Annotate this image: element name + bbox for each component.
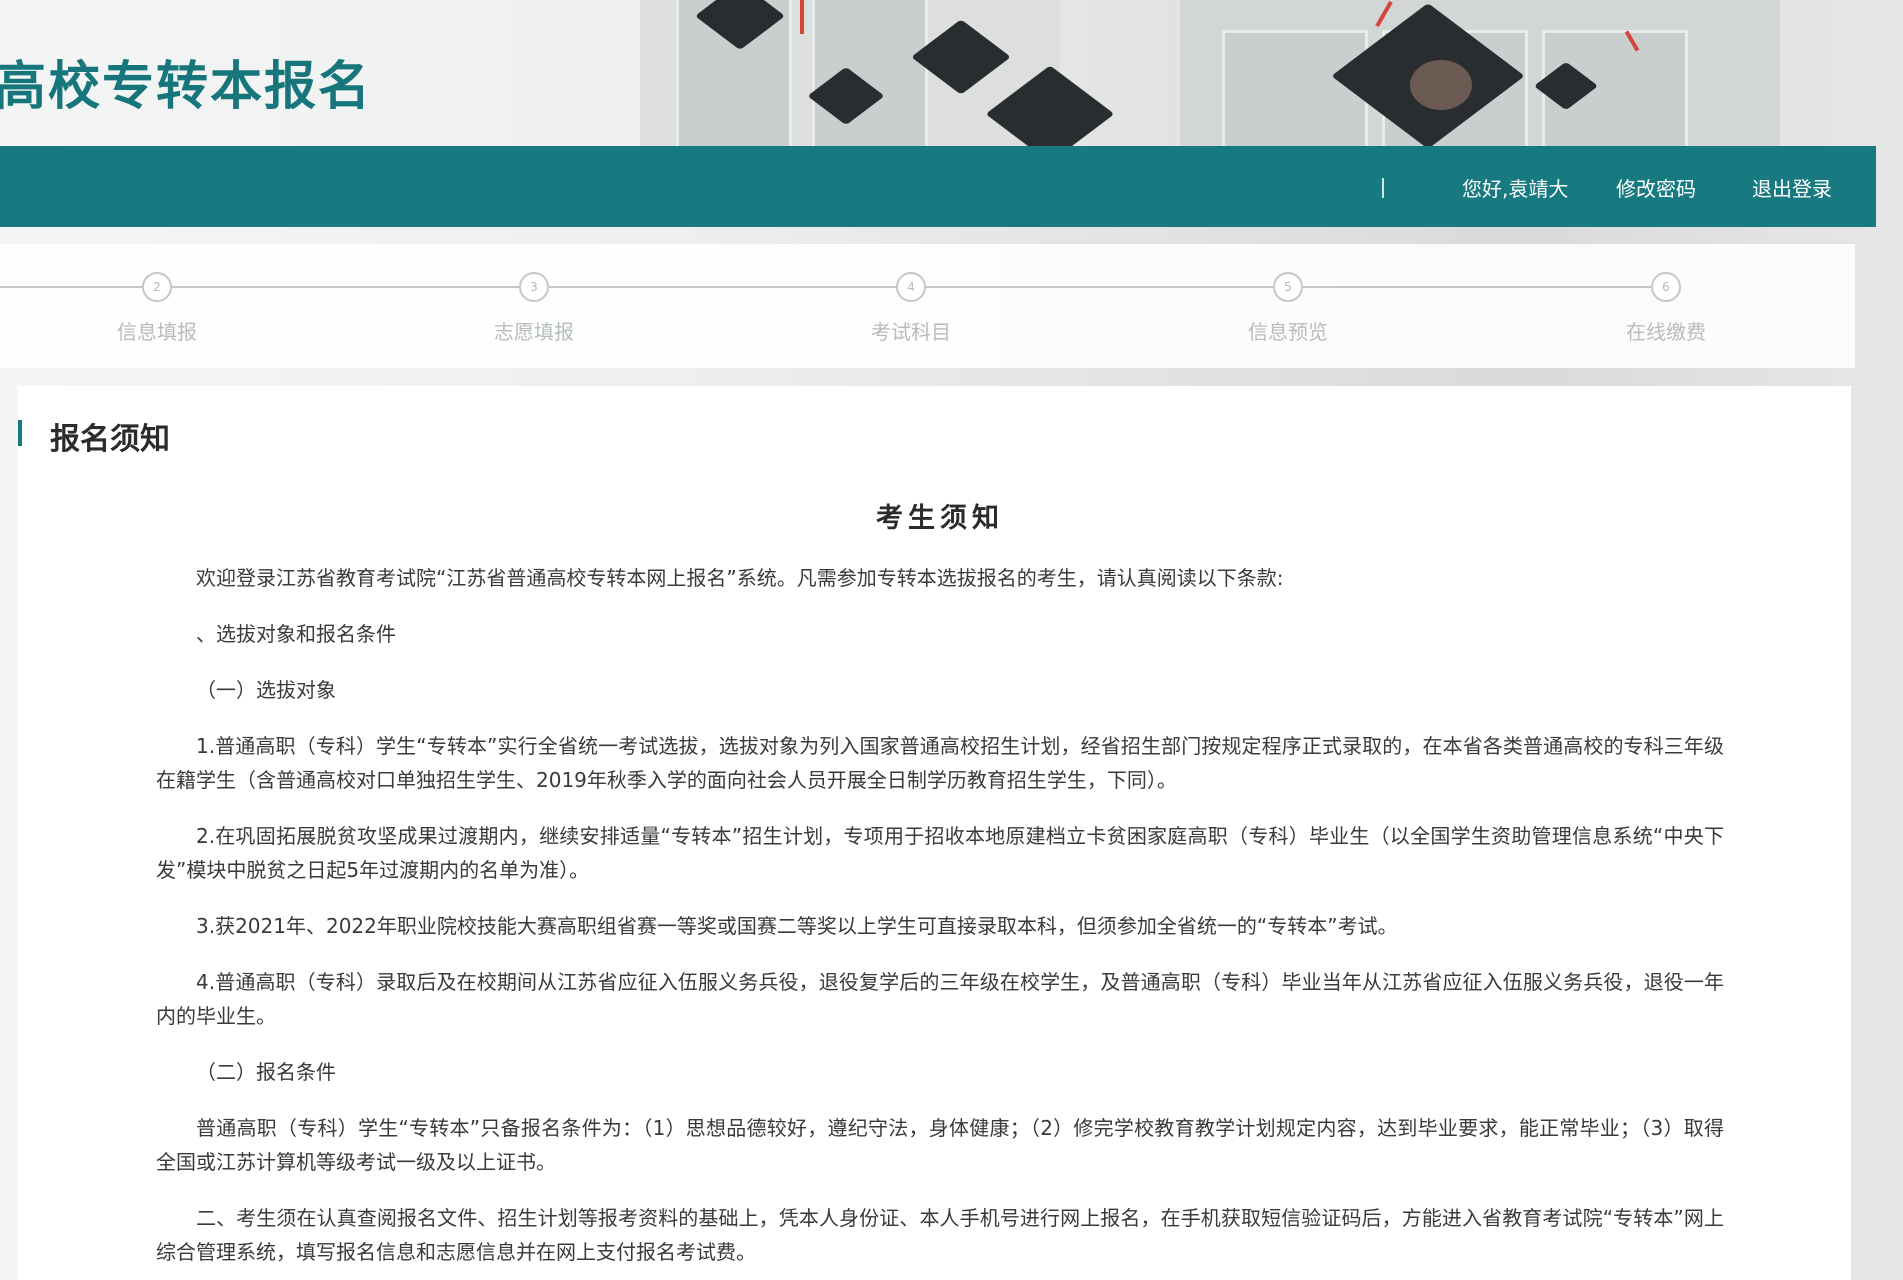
nav-divider xyxy=(1382,178,1384,198)
step-preference-fill[interactable]: 3 志愿填报 xyxy=(454,272,614,345)
step-online-payment[interactable]: 6 在线缴费 xyxy=(1586,272,1746,345)
building-window xyxy=(1222,30,1368,152)
notice-paragraph: 2.在巩固拓展脱贫攻坚成果过渡期内，继续安排适量“专转本”招生计划，专项用于招收… xyxy=(156,824,1724,882)
step-number: 5 xyxy=(1273,272,1303,302)
step-label: 在线缴费 xyxy=(1626,320,1706,344)
section-accent-bar xyxy=(18,420,22,446)
top-nav-bar: 您好,袁靖大 修改密码 退出登录 xyxy=(0,146,1876,227)
notice-heading: 二、考生须在认真查阅报名文件、招生计划等报考资料的基础上，凭本人身份证、本人手机… xyxy=(156,1206,1724,1264)
step-label: 考试科目 xyxy=(871,320,951,344)
step-number: 2 xyxy=(142,272,172,302)
notice-paragraph: 1.普通高职（专科）学生“专转本”实行全省统一考试选拔，选拔对象为列入国家普通高… xyxy=(156,734,1724,792)
step-number: 6 xyxy=(1651,272,1681,302)
change-password-link[interactable]: 修改密码 xyxy=(1616,173,1696,202)
notice-intro: 欢迎登录江苏省教育考试院“江苏省普通高校专转本网上报名”系统。凡需参加专转本选拔… xyxy=(196,566,1284,590)
step-exam-subjects[interactable]: 4 考试科目 xyxy=(831,272,991,345)
step-info-fill[interactable]: 2 信息填报 xyxy=(77,272,237,345)
site-title: 高校专转本报名 xyxy=(0,57,373,117)
notice-subheading: （二）报名条件 xyxy=(196,1060,336,1084)
user-greeting: 您好,袁靖大 xyxy=(1462,177,1569,201)
notice-title: 考生须知 xyxy=(876,503,1004,534)
step-label: 志愿填报 xyxy=(494,320,574,344)
step-info-preview[interactable]: 5 信息预览 xyxy=(1208,272,1368,345)
logout-link[interactable]: 退出登录 xyxy=(1752,173,1832,202)
step-label: 信息预览 xyxy=(1248,320,1328,344)
building-window xyxy=(812,0,928,150)
notice-panel: 报名须知 考生须知 欢迎登录江苏省教育考试院“江苏省普通高校专转本网上报名”系统… xyxy=(18,386,1851,1280)
notice-heading: 、选拔对象和报名条件 xyxy=(196,622,396,646)
step-number: 4 xyxy=(896,272,926,302)
step-number: 3 xyxy=(519,272,549,302)
tassel-icon xyxy=(800,0,804,34)
section-title: 报名须知 xyxy=(50,422,170,457)
notice-paragraph: 3.获2021年、2022年职业院校技能大赛高职组省赛一等奖或国赛二等奖以上学生… xyxy=(196,914,1398,938)
notice-paragraph: 4.普通高职（专科）录取后及在校期间从江苏省应征入伍服义务兵役，退役复学后的三年… xyxy=(156,970,1724,1028)
notice-paragraph: 普通高职（专科）学生“专转本”只备报名条件为：（1）思想品德较好，遵纪守法，身体… xyxy=(156,1116,1724,1174)
notice-subheading: （一）选拔对象 xyxy=(196,678,336,702)
notice-document: 考生须知 欢迎登录江苏省教育考试院“江苏省普通高校专转本网上报名”系统。凡需参加… xyxy=(156,496,1724,1269)
registration-steps: 2 信息填报 3 志愿填报 4 考试科目 5 信息预览 6 在线缴费 xyxy=(0,244,1855,368)
step-label: 信息填报 xyxy=(117,320,197,344)
